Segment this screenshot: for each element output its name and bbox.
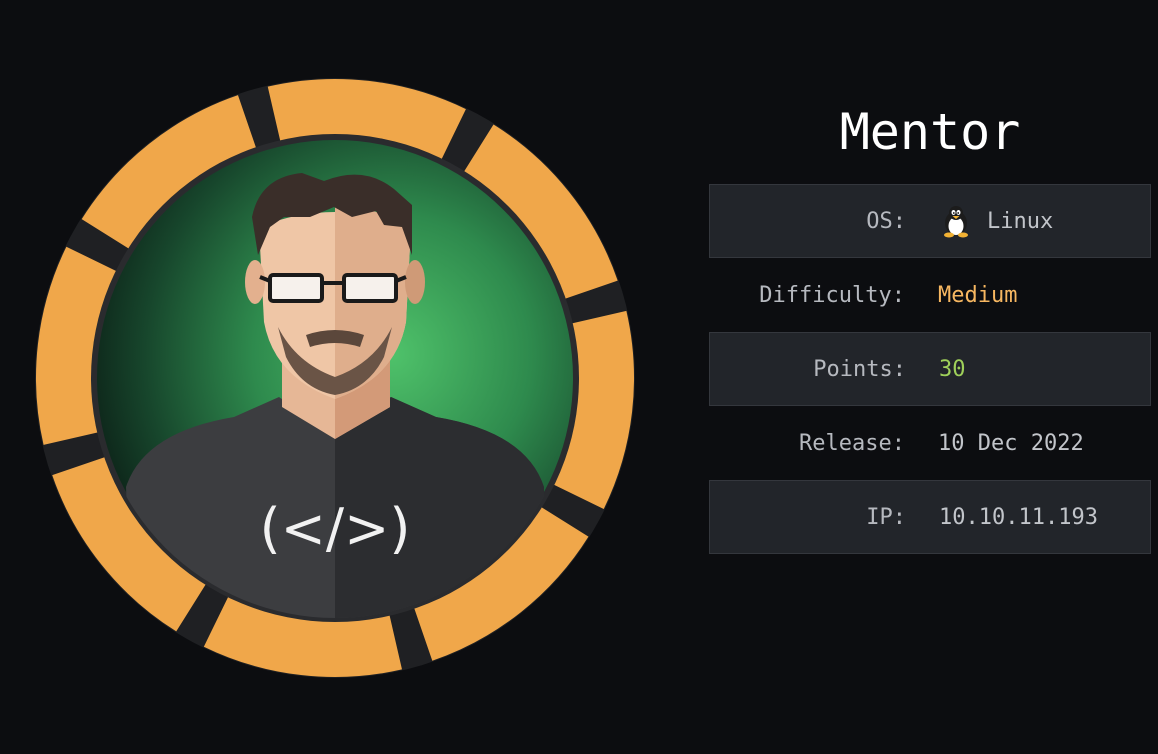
release-label: Release: — [799, 430, 905, 456]
os-value: Linux — [987, 208, 1054, 234]
info-row-points: Points: 30 — [709, 332, 1151, 406]
info-row-difficulty: Difficulty: Medium — [709, 258, 1151, 332]
machine-info-table: OS: Linux Difficulty: Medium Points: 30 … — [709, 184, 1151, 554]
ip-label: IP: — [866, 504, 906, 530]
machine-title: Mentor — [839, 103, 1021, 161]
developer-avatar-icon: (</>) — [35, 78, 635, 678]
points-label: Points: — [813, 356, 906, 382]
tux-penguin-icon — [939, 204, 973, 238]
os-value-wrap: Linux — [939, 204, 1053, 238]
difficulty-label: Difficulty: — [759, 282, 905, 308]
info-row-ip: IP: 10.10.11.193 — [709, 480, 1151, 554]
os-label: OS: — [866, 208, 906, 234]
ip-value: 10.10.11.193 — [939, 504, 1098, 530]
difficulty-value: Medium — [938, 282, 1018, 308]
svg-text:(</>): (</>) — [260, 497, 411, 560]
release-value: 10 Dec 2022 — [938, 430, 1084, 456]
info-row-release: Release: 10 Dec 2022 — [709, 406, 1151, 480]
points-value: 30 — [939, 356, 966, 382]
info-row-os: OS: Linux — [709, 184, 1151, 258]
machine-avatar: (</>) — [34, 77, 636, 679]
